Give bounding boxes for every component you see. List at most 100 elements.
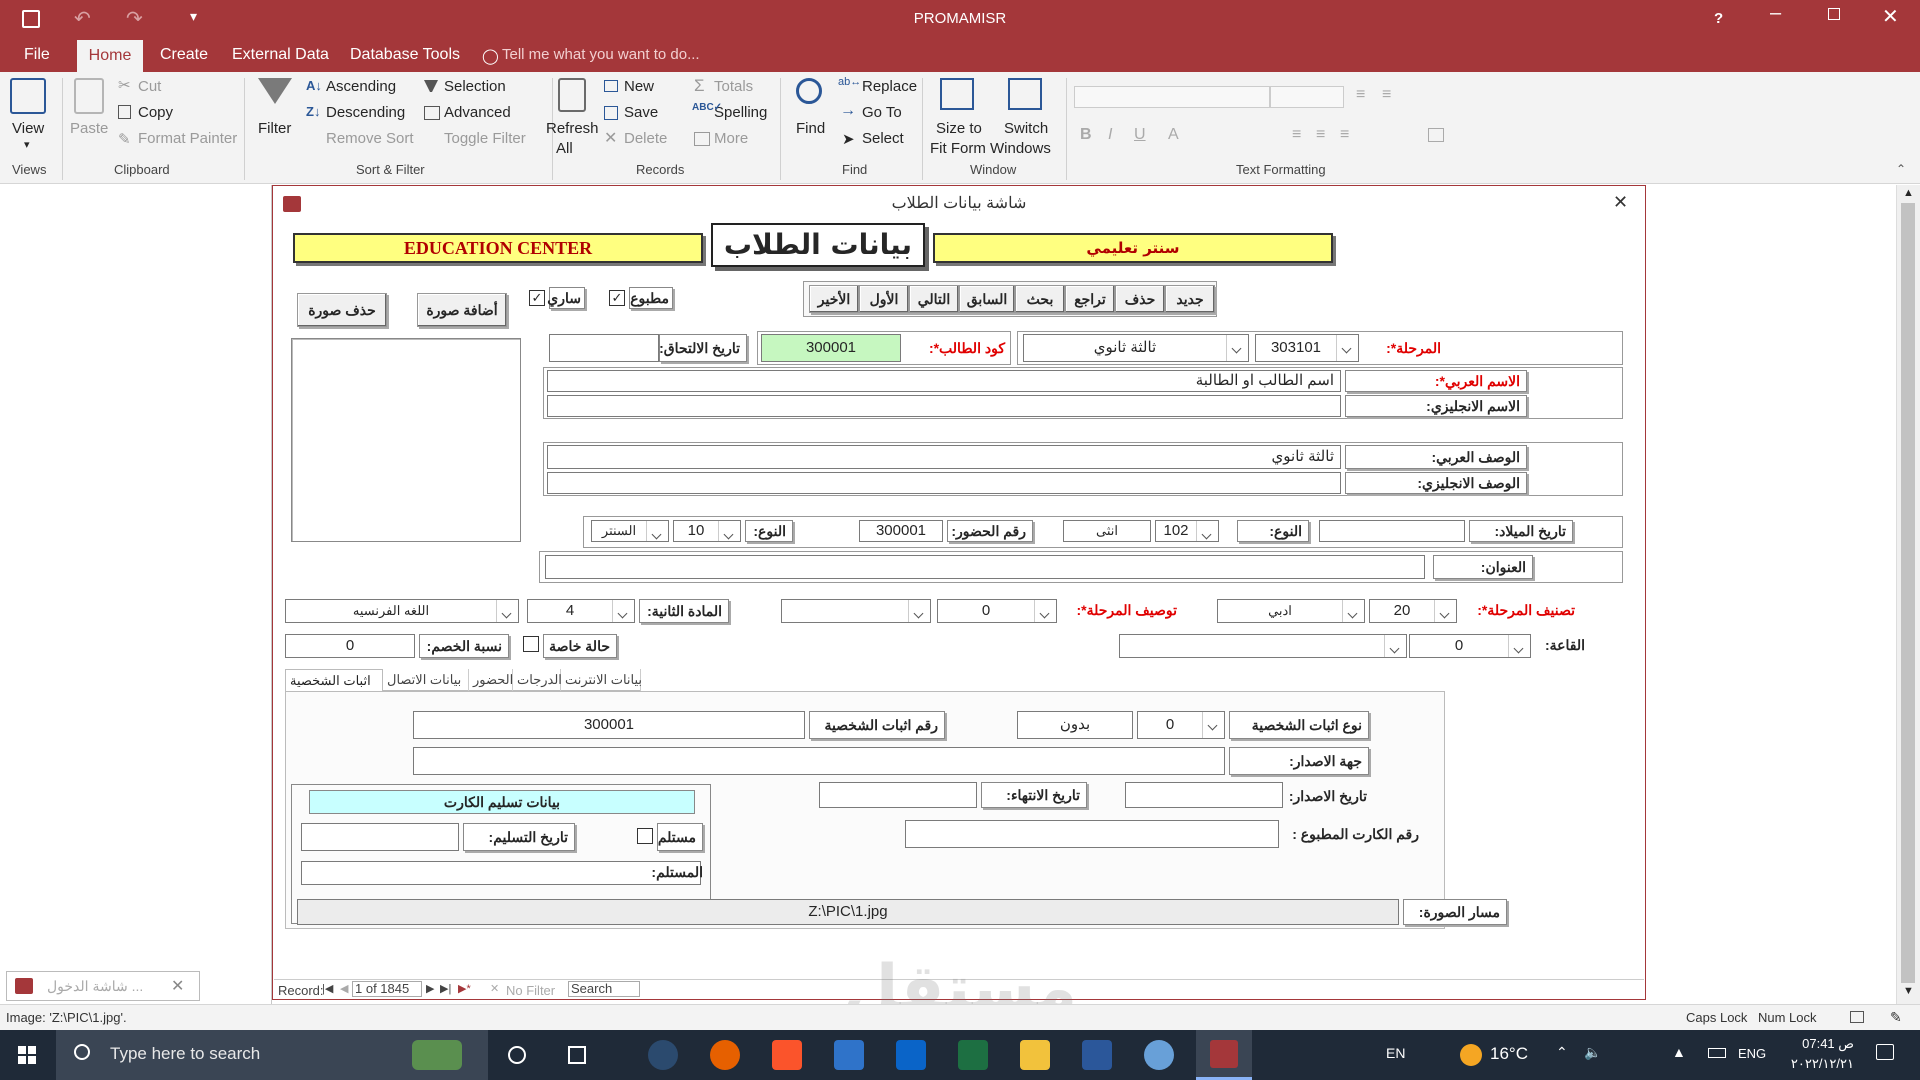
mail-icon[interactable] bbox=[834, 1040, 864, 1070]
chevron-down-icon[interactable] bbox=[1434, 600, 1456, 622]
redo-icon[interactable]: ↷ bbox=[126, 6, 143, 31]
chevron-down-icon[interactable] bbox=[1202, 712, 1224, 738]
file-explorer-icon[interactable] bbox=[1020, 1040, 1050, 1070]
clock-date[interactable]: ٢٠٢٢/١٢/٢١ bbox=[1770, 1056, 1854, 1072]
firefox-icon[interactable] bbox=[710, 1040, 740, 1070]
join-date-field[interactable] bbox=[549, 334, 659, 362]
type-code-dropdown[interactable]: 10 bbox=[673, 520, 741, 542]
view-dropdown-icon[interactable]: ▾ bbox=[24, 138, 30, 151]
close-window-button[interactable]: ✕ bbox=[1882, 4, 1899, 29]
chevron-down-icon[interactable] bbox=[1508, 635, 1530, 657]
delete-record-form-button[interactable]: حذف bbox=[1115, 285, 1165, 313]
vertical-scrollbar[interactable]: ▲ ▼ bbox=[1896, 185, 1920, 1004]
nav-item-login-form[interactable]: شاشة الدخول ... ✕ bbox=[6, 971, 200, 1001]
font-color-icon[interactable]: A bbox=[1168, 126, 1179, 144]
excel-icon[interactable] bbox=[958, 1040, 988, 1070]
address-field[interactable] bbox=[545, 555, 1425, 579]
refresh-all-button-line2[interactable]: All bbox=[556, 140, 573, 157]
align-left-icon[interactable]: ≡ bbox=[1292, 126, 1301, 144]
advanced-button[interactable]: Advanced bbox=[444, 104, 511, 121]
selection-button[interactable]: Selection bbox=[444, 78, 506, 95]
tab-internet[interactable]: بيانات الانترنت bbox=[561, 669, 642, 691]
next-record-nav-icon[interactable]: ▶ bbox=[426, 982, 434, 995]
chevron-down-icon[interactable] bbox=[1384, 635, 1406, 657]
new-record-form-button[interactable]: جديد bbox=[1165, 285, 1215, 313]
numbering-icon[interactable]: ≡ bbox=[1382, 86, 1391, 104]
close-icon[interactable]: ✕ bbox=[171, 976, 184, 996]
stage-desc-name-dropdown[interactable] bbox=[781, 599, 931, 623]
delete-record-button[interactable]: Delete bbox=[624, 130, 667, 147]
add-photo-button[interactable]: أضافة صورة bbox=[417, 293, 507, 327]
underline-button[interactable]: U bbox=[1134, 126, 1146, 144]
printed-checkbox[interactable]: ✓ bbox=[609, 290, 625, 306]
windows-start-icon[interactable] bbox=[18, 1046, 36, 1064]
go-to-button[interactable]: Go To bbox=[862, 104, 902, 121]
cut-button[interactable]: Cut bbox=[138, 78, 161, 95]
tab-file[interactable]: File bbox=[24, 46, 50, 64]
remove-sort-button[interactable]: Remove Sort bbox=[326, 130, 414, 147]
close-form-button[interactable]: ✕ bbox=[1613, 192, 1628, 213]
font-size-combo[interactable] bbox=[1270, 86, 1344, 108]
align-center-icon[interactable]: ≡ bbox=[1316, 126, 1325, 144]
chevron-down-icon[interactable] bbox=[718, 521, 740, 541]
brave-icon[interactable] bbox=[772, 1040, 802, 1070]
format-painter-button[interactable]: Format Painter bbox=[138, 130, 237, 147]
weather-temp[interactable]: 16°C bbox=[1490, 1044, 1528, 1064]
record-search-input[interactable]: Search bbox=[568, 981, 640, 997]
tab-grades[interactable]: الدرجات bbox=[513, 669, 562, 691]
bullets-icon[interactable]: ≡ bbox=[1356, 86, 1365, 104]
copy-button[interactable]: Copy bbox=[138, 104, 173, 121]
tab-identity[interactable]: اثبات الشخصية bbox=[285, 669, 383, 691]
stage-class-name-dropdown[interactable]: ادبي bbox=[1217, 599, 1365, 623]
customize-qat-icon[interactable]: ▾ bbox=[190, 8, 197, 25]
size-to-fit-button-line2[interactable]: Fit Form bbox=[930, 140, 986, 157]
help-button[interactable]: ? bbox=[1714, 10, 1723, 27]
last-record-button[interactable]: الأخير bbox=[809, 285, 859, 313]
app-n-icon[interactable] bbox=[648, 1040, 678, 1070]
tab-attendance[interactable]: الحضور bbox=[469, 669, 513, 691]
tell-me-box[interactable]: Tell me what you want to do... bbox=[502, 46, 700, 63]
special-case-checkbox[interactable] bbox=[523, 636, 539, 652]
birth-date-field[interactable] bbox=[1319, 520, 1465, 542]
gridlines-icon[interactable] bbox=[1428, 128, 1444, 142]
notifications-icon[interactable] bbox=[1876, 1044, 1894, 1060]
previous-record-button[interactable]: السابق bbox=[959, 285, 1015, 313]
access-taskbar-active[interactable] bbox=[1196, 1030, 1252, 1080]
chevron-down-icon[interactable] bbox=[1336, 335, 1358, 361]
attendance-no-field[interactable]: 300001 bbox=[859, 520, 943, 542]
second-subject-code-dropdown[interactable]: 4 bbox=[527, 599, 635, 623]
refresh-all-button-line1[interactable]: Refresh bbox=[546, 120, 599, 137]
chevron-up-icon[interactable]: ⌃ bbox=[1556, 1044, 1568, 1061]
taskbar-search-box[interactable]: Type here to search bbox=[56, 1030, 488, 1080]
toggle-filter-button[interactable]: Toggle Filter bbox=[444, 130, 526, 147]
card-no-field[interactable] bbox=[905, 820, 1279, 848]
stage-desc-code-dropdown[interactable]: 0 bbox=[937, 599, 1057, 623]
view-button[interactable]: View bbox=[12, 120, 44, 137]
more-button[interactable]: More bbox=[714, 130, 748, 147]
chevron-down-icon[interactable] bbox=[908, 600, 930, 622]
select-button[interactable]: Select bbox=[862, 130, 904, 147]
totals-button[interactable]: Totals bbox=[714, 78, 753, 95]
issuer-field[interactable] bbox=[413, 747, 1225, 775]
restore-button[interactable] bbox=[1828, 8, 1840, 20]
search-record-button[interactable]: بحث bbox=[1015, 285, 1065, 313]
paint-icon[interactable] bbox=[1144, 1040, 1174, 1070]
last-record-nav-icon[interactable]: ▶| bbox=[440, 982, 451, 995]
chevron-down-icon[interactable] bbox=[646, 521, 668, 541]
hall-code-dropdown[interactable]: 0 bbox=[1409, 634, 1531, 658]
descending-button[interactable]: Descending bbox=[326, 104, 405, 121]
english-desc-field[interactable] bbox=[547, 472, 1341, 494]
next-record-button[interactable]: التالي bbox=[909, 285, 959, 313]
new-record-button[interactable]: New bbox=[624, 78, 654, 95]
chevron-down-icon[interactable] bbox=[1196, 521, 1218, 541]
gender-name-field[interactable]: انثى bbox=[1063, 520, 1151, 542]
size-to-fit-button-line1[interactable]: Size to bbox=[936, 120, 982, 137]
chevron-down-icon[interactable] bbox=[1342, 600, 1364, 622]
discount-field[interactable]: 0 bbox=[285, 634, 415, 658]
replace-button[interactable]: Replace bbox=[862, 78, 917, 95]
arabic-desc-field[interactable]: ثالثة ثانوي bbox=[547, 445, 1341, 469]
id-no-field[interactable]: 300001 bbox=[413, 711, 805, 739]
issue-date-field[interactable] bbox=[1125, 782, 1283, 808]
record-position-input[interactable]: 1 of 1845 bbox=[352, 981, 422, 997]
id-type-name-field[interactable]: بدون bbox=[1017, 711, 1133, 739]
